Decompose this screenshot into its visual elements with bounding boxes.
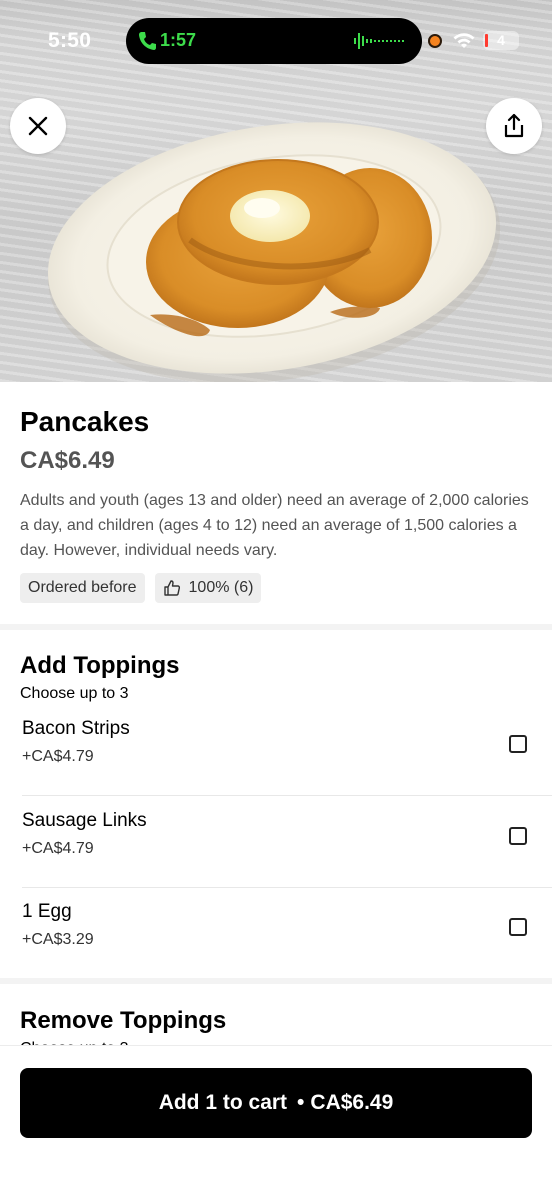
battery-level: 4 — [497, 32, 505, 48]
section-divider — [0, 624, 552, 630]
ordered-before-badge: Ordered before — [20, 573, 145, 603]
recording-dot-icon — [428, 34, 442, 48]
close-icon — [28, 116, 48, 136]
wifi-icon — [453, 33, 475, 48]
topping-checkbox[interactable] — [509, 827, 527, 845]
item-info: Pancakes CA$6.49 Adults and youth (ages … — [20, 404, 532, 603]
share-icon — [504, 113, 524, 138]
close-button[interactable] — [10, 98, 66, 154]
topping-name: 1 Egg — [22, 901, 72, 922]
status-bar: 5:50 1:57 4 — [0, 0, 552, 84]
remove-toppings-title: Remove Toppings — [20, 1007, 227, 1034]
status-time: 5:50 — [48, 29, 92, 52]
topping-checkbox[interactable] — [509, 735, 527, 753]
add-to-cart-button[interactable]: Add 1 to cart • CA$6.49 — [20, 1068, 532, 1138]
topping-option-sausage[interactable]: Sausage Links +CA$4.79 — [22, 796, 552, 888]
cart-separator: • — [297, 1091, 305, 1114]
call-duration: 1:57 — [160, 30, 197, 50]
audio-wave-icon — [354, 33, 404, 49]
footer-bar: Add 1 to cart • CA$6.49 — [0, 1045, 552, 1200]
add-to-cart-price: CA$6.49 — [310, 1091, 394, 1114]
add-to-cart-label: Add 1 to cart — [158, 1091, 288, 1114]
ordered-before-label: Ordered before — [28, 579, 137, 596]
dynamic-island[interactable]: 1:57 — [126, 18, 422, 64]
section-divider — [0, 978, 552, 984]
topping-checkbox[interactable] — [509, 918, 527, 936]
item-description: Adults and youth (ages 13 and older) nee… — [20, 492, 529, 559]
item-title: Pancakes — [20, 406, 150, 437]
topping-price: +CA$3.29 — [22, 931, 94, 948]
add-toppings-subtitle: Choose up to 3 — [20, 685, 129, 702]
item-price: CA$6.49 — [20, 447, 115, 474]
item-badges: Ordered before 100% (6) — [20, 573, 532, 603]
topping-name: Bacon Strips — [22, 718, 130, 739]
rating-value: 100% (6) — [188, 579, 254, 596]
topping-name: Sausage Links — [22, 810, 147, 831]
battery-icon: 4 — [483, 31, 519, 50]
topping-price: +CA$4.79 — [22, 748, 94, 765]
add-toppings-title: Add Toppings — [20, 652, 180, 679]
topping-price: +CA$4.79 — [22, 840, 94, 857]
rating-badge: 100% (6) — [154, 573, 262, 603]
thumbs-up-icon — [163, 580, 180, 596]
phone-icon — [139, 32, 156, 50]
topping-option-egg[interactable]: 1 Egg +CA$3.29 — [22, 887, 552, 979]
topping-option-bacon[interactable]: Bacon Strips +CA$4.79 — [22, 704, 552, 796]
share-button[interactable] — [486, 98, 542, 154]
